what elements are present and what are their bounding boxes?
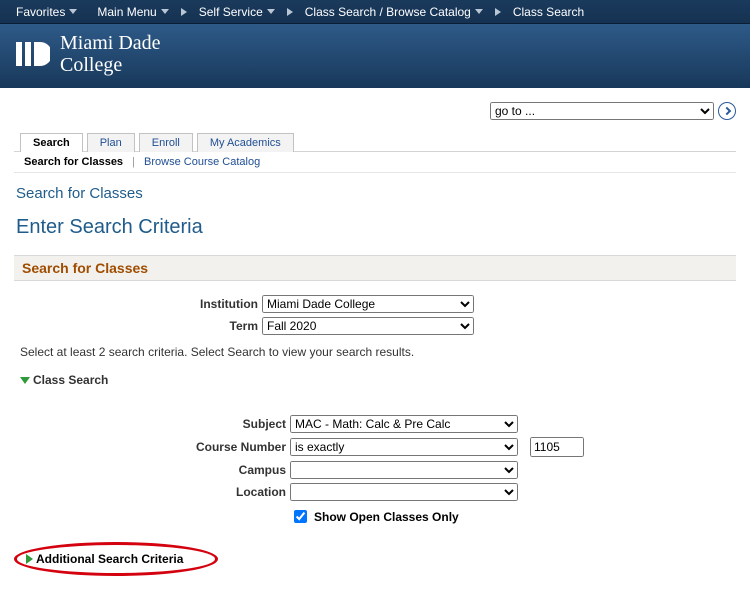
subject-select[interactable]: MAC - Math: Calc & Pre Calc (290, 415, 518, 433)
college-logo-icon (14, 36, 50, 72)
banner: Miami Dade College (0, 24, 750, 88)
row-show-open: Show Open Classes Only (290, 507, 736, 526)
page-content: go to ... Search Plan Enroll My Academic… (0, 102, 750, 610)
subject-label: Subject (14, 417, 290, 431)
institution-label: Institution (14, 297, 262, 311)
row-subject: Subject MAC - Math: Calc & Pre Calc (14, 415, 736, 433)
row-institution: Institution Miami Dade College (14, 295, 736, 313)
chevron-right-icon (287, 8, 293, 16)
chevron-right-icon (495, 8, 501, 16)
term-label: Term (14, 319, 262, 333)
goto-select[interactable]: go to ... (490, 102, 714, 120)
course-number-input[interactable] (530, 437, 584, 457)
chevron-down-icon (69, 9, 77, 14)
show-open-label: Show Open Classes Only (314, 510, 459, 524)
row-term: Term Fall 2020 (14, 317, 736, 335)
subtab-browse-catalog[interactable]: Browse Course Catalog (144, 156, 260, 168)
additional-criteria-wrap: Additional Search Criteria (14, 544, 736, 580)
chevron-down-icon (161, 9, 169, 14)
chevron-right-icon (181, 8, 187, 16)
row-campus: Campus (14, 461, 736, 479)
tab-search[interactable]: Search (20, 133, 83, 152)
page-heading: Enter Search Criteria (16, 216, 736, 239)
location-label: Location (14, 485, 290, 499)
top-navigation: Favorites Main Menu Self Service Class S… (0, 0, 750, 24)
tab-plan[interactable]: Plan (87, 133, 135, 152)
campus-select[interactable] (290, 461, 518, 479)
banner-text: Miami Dade College (60, 32, 161, 76)
row-location: Location (14, 483, 736, 501)
tabs: Search Plan Enroll My Academics (14, 132, 736, 152)
search-note: Select at least 2 search criteria. Selec… (20, 345, 734, 359)
course-number-label: Course Number (14, 440, 290, 454)
tab-label: Plan (100, 137, 122, 149)
tab-label: Enroll (152, 137, 180, 149)
tab-enroll[interactable]: Enroll (139, 133, 193, 152)
chevron-down-icon (267, 9, 275, 14)
subtabs: Search for Classes | Browse Course Catal… (14, 152, 736, 173)
institution-select[interactable]: Miami Dade College (262, 295, 474, 313)
favorites-menu[interactable]: Favorites (8, 0, 85, 24)
tab-label: My Academics (210, 137, 281, 149)
section-bar: Search for Classes (14, 255, 736, 281)
arrow-right-icon (723, 107, 731, 115)
additional-criteria-label: Additional Search Criteria (36, 552, 183, 566)
breadcrumb-self-service[interactable]: Self Service (191, 0, 283, 24)
show-open-checkbox[interactable] (294, 510, 307, 523)
breadcrumb-class-search-browse[interactable]: Class Search / Browse Catalog (297, 0, 491, 24)
class-search-twisty[interactable]: Class Search (20, 373, 736, 387)
banner-line1: Miami Dade (60, 32, 161, 54)
subtab-search-for-classes[interactable]: Search for Classes (24, 156, 123, 168)
main-menu[interactable]: Main Menu (89, 0, 176, 24)
breadcrumb-class-search[interactable]: Class Search (505, 0, 592, 24)
subtab-divider: | (132, 156, 135, 168)
banner-line2: College (60, 54, 161, 76)
go-button[interactable] (718, 102, 736, 120)
class-search-label: Class Search (33, 373, 108, 387)
triangle-right-icon (26, 554, 33, 564)
tab-my-academics[interactable]: My Academics (197, 133, 294, 152)
location-select[interactable] (290, 483, 518, 501)
page-title: Search for Classes (16, 185, 736, 202)
course-number-op-select[interactable]: is exactly (290, 438, 518, 456)
term-select[interactable]: Fall 2020 (262, 317, 474, 335)
breadcrumb-label: Class Search (513, 5, 584, 19)
breadcrumb-label: Class Search / Browse Catalog (305, 5, 471, 19)
tab-label: Search (33, 137, 70, 149)
breadcrumb-label: Self Service (199, 5, 263, 19)
campus-label: Campus (14, 463, 290, 477)
main-menu-label: Main Menu (97, 5, 156, 19)
chevron-down-icon (475, 9, 483, 14)
triangle-down-icon (20, 377, 30, 384)
additional-criteria-twisty[interactable]: Additional Search Criteria (26, 552, 183, 566)
goto-row: go to ... (14, 102, 736, 120)
favorites-label: Favorites (16, 5, 65, 19)
row-course-number: Course Number is exactly (14, 437, 736, 457)
